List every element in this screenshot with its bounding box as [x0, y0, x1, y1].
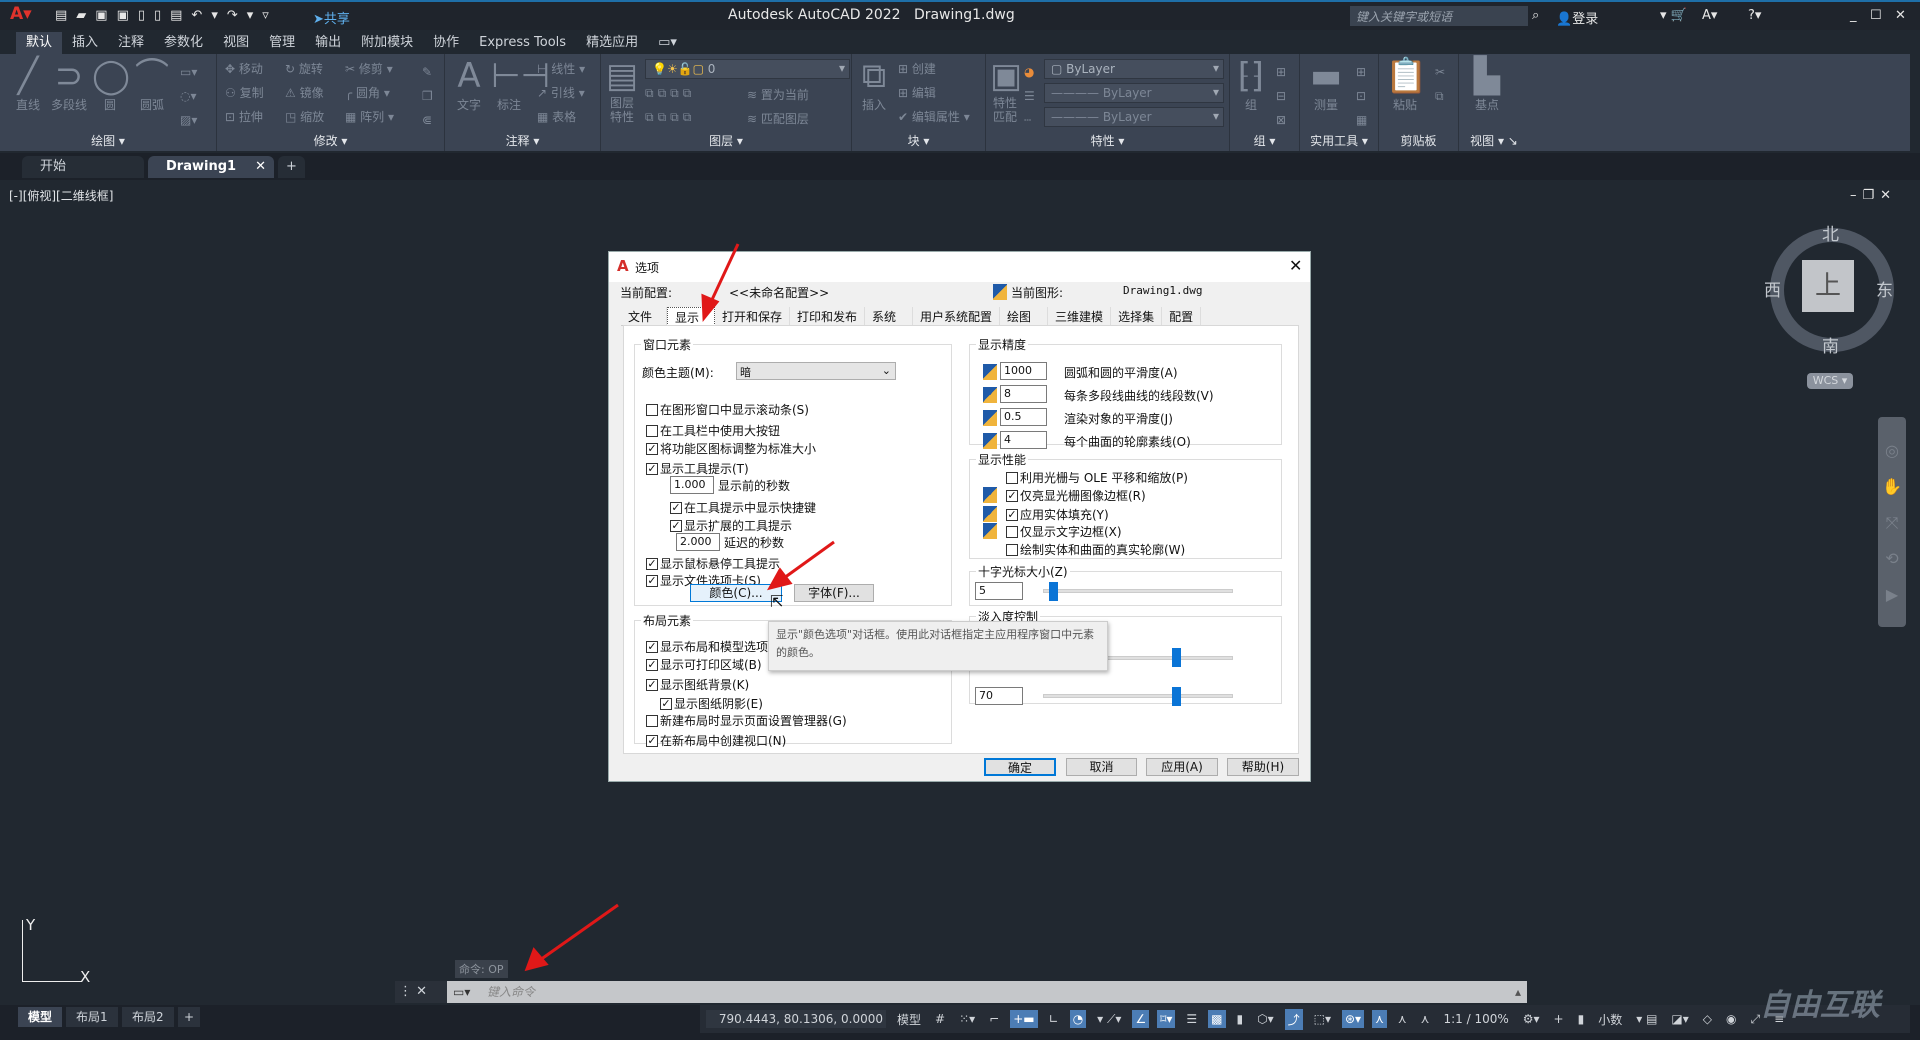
units-value[interactable]: 小数 [1595, 1009, 1625, 1030]
object-snap-icon[interactable]: ⌑▾ [1157, 1010, 1176, 1028]
arrow-head [767, 567, 793, 591]
grip-icon[interactable]: ⋮ [399, 984, 412, 999]
annotation-monitor-icon[interactable]: + [1551, 1010, 1567, 1028]
close-command-icon[interactable]: ✕ [416, 984, 427, 999]
arrow-head [701, 293, 720, 323]
infer-constraints-icon[interactable]: ⌐ [986, 1010, 1002, 1028]
quick-properties-icon[interactable]: ▾ ▤ [1633, 1010, 1660, 1028]
isometric-icon[interactable]: ▾ ⟋▾ [1094, 1010, 1124, 1029]
command-placeholder: 键入命令 [487, 985, 536, 999]
annotation-scale-icon[interactable]: ⋏ [1418, 1010, 1433, 1028]
polar-tracking-icon[interactable]: ◔ [1069, 1010, 1087, 1028]
selection-cycling-icon[interactable]: ▮ [1234, 1010, 1247, 1028]
dynamic-input-icon[interactable]: +▬ [1010, 1010, 1038, 1028]
grid-icon[interactable]: # [932, 1010, 948, 1028]
ortho-icon[interactable]: ∟ [1046, 1010, 1062, 1028]
tab-layout1[interactable]: 布局1 [66, 1007, 118, 1027]
snap-icon[interactable]: ⁙▾ [956, 1010, 978, 1028]
model-space-button[interactable]: 模型 [894, 1009, 924, 1030]
arrow-to-display-tab [708, 243, 740, 305]
annotation-arrows [524, 243, 835, 972]
command-prompt-icon[interactable]: ▭▾ [453, 981, 470, 1003]
annotation-scale-value[interactable]: 1:1 / 100% [1440, 1010, 1511, 1028]
watermark-logo: 自由互联 [1760, 988, 1880, 1023]
auto-scale-icon[interactable]: ⋏ [1395, 1010, 1410, 1028]
annotation-visibility-icon[interactable]: ⋏ [1372, 1010, 1387, 1028]
tab-layout2[interactable]: 布局2 [122, 1007, 174, 1027]
command-input[interactable]: ▭▾ 键入命令 ▴ [447, 981, 1527, 1003]
command-history-toggle-icon[interactable]: ▴ [1515, 981, 1521, 1003]
lock-ui-icon[interactable]: ◪▾ [1668, 1010, 1691, 1028]
coordinates-readout[interactable]: 790.4443, 80.1306, 0.0000 [706, 1010, 886, 1028]
isolate-objects-icon[interactable]: ◇ [1700, 1010, 1715, 1028]
transparency-icon[interactable]: ▩ [1208, 1010, 1226, 1028]
arrow-head [524, 947, 549, 972]
status-bar: 790.4443, 80.1306, 0.0000 模型 # ⁙▾ ⌐ +▬ ∟… [700, 1005, 1910, 1033]
tab-model[interactable]: 模型 [18, 1007, 63, 1027]
command-history: 命令: OP [455, 960, 508, 978]
arrow-to-colors-button [783, 540, 835, 580]
add-layout-button[interactable]: + [178, 1007, 201, 1027]
arrow-to-command-line [539, 903, 619, 962]
hardware-acceleration-icon[interactable]: ◉ [1723, 1010, 1739, 1028]
command-line-tools: ⋮ ✕ 🔧 [395, 981, 447, 1021]
workspace-gear-icon[interactable]: ⚙▾ [1520, 1010, 1543, 1028]
units-icon[interactable]: ▮ [1575, 1010, 1588, 1028]
object-snap-tracking-icon[interactable]: ∠ [1132, 1010, 1150, 1028]
selection-filter-icon[interactable]: ⬚▾ [1311, 1010, 1334, 1028]
gizmo-icon[interactable]: ⊛▾ [1342, 1010, 1365, 1028]
lineweight-icon[interactable]: ☰ [1183, 1010, 1200, 1028]
3d-osnap-icon[interactable]: ⬡▾ [1254, 1010, 1277, 1028]
dynamic-ucs-icon[interactable]: ⤴ [1284, 1008, 1303, 1030]
